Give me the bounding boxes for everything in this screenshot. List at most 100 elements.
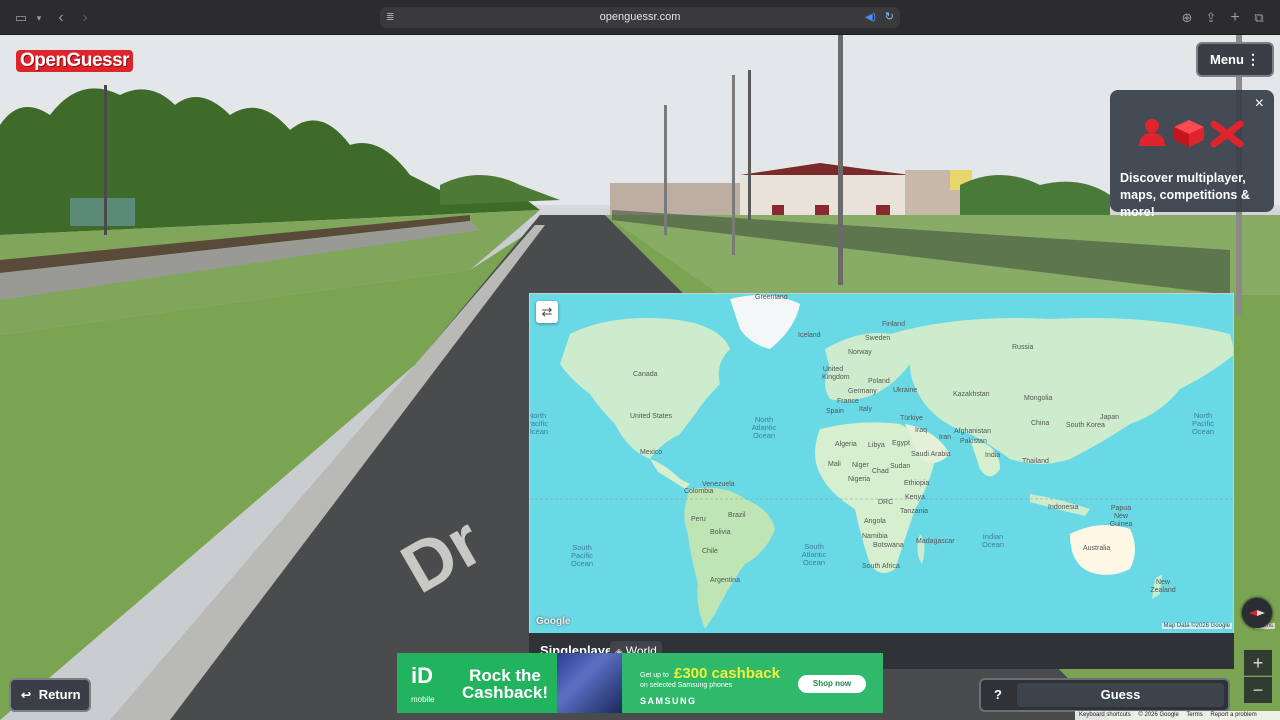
map-label-madagascar: Madagascar <box>916 538 955 545</box>
multiplayer-icon <box>1139 119 1165 146</box>
map-label-china: China <box>1031 420 1050 427</box>
map-label-north-pacific-right: North Pacific Ocean <box>1191 411 1215 436</box>
map-label-brazil: Brazil <box>728 512 746 519</box>
map-label-papua-new-guinea: Papua New Guinea <box>1109 505 1133 528</box>
map-label-new-zealand: New Zealand <box>1150 579 1176 594</box>
reload-icon[interactable]: ↻ <box>885 7 894 28</box>
map-label-canada: Canada <box>633 371 658 378</box>
map-label-drc: DRC <box>878 499 894 506</box>
zoom-out-button[interactable]: − <box>1244 677 1272 703</box>
zoom-in-button[interactable]: + <box>1244 650 1272 676</box>
menu-button[interactable]: Menu ⋮ <box>1196 42 1274 77</box>
back-icon[interactable]: ‹ <box>52 9 70 27</box>
guess-bar: ? Guess <box>979 678 1230 712</box>
map-cube-icon <box>1174 120 1204 147</box>
new-tab-icon[interactable]: + <box>1226 9 1244 27</box>
world-map[interactable] <box>530 294 1234 634</box>
map-label-pakistan: Pakistan <box>960 438 987 445</box>
map-label-iran: Iran <box>939 434 952 441</box>
map-label-japan: Japan <box>1100 414 1120 421</box>
map-label-south-korea: South Korea <box>1066 422 1105 429</box>
map-label-russia: Russia <box>1012 344 1034 351</box>
promo-text: Discover multiplayer, maps, competitions… <box>1120 171 1250 219</box>
ad-banner[interactable]: iD mobile Rock the Cashback! Get up to £… <box>397 653 883 713</box>
ad-logo: iD <box>411 663 433 688</box>
map-label-nigeria: Nigeria <box>848 476 871 483</box>
map-label-peru: Peru <box>691 516 706 523</box>
keyboard-shortcuts-link[interactable]: Keyboard shortcuts <box>1079 712 1131 718</box>
map-label-thailand: Thailand <box>1022 458 1049 465</box>
map-label-united-kingdom: United Kingdom <box>822 366 850 381</box>
map-label-ethiopia: Ethiopia <box>904 480 930 487</box>
map-label-spain: Spain <box>826 408 844 415</box>
street-view-panorama[interactable]: Dr OpenGuessr Menu ⋮ × Discover multipla… <box>0 35 1280 720</box>
guess-button[interactable]: Guess <box>1017 683 1224 707</box>
map-label-south-atlantic: South Atlantic Ocean <box>801 542 827 567</box>
share-icon[interactable]: ⇪ <box>1202 9 1220 27</box>
map-label-niger: Niger <box>852 462 869 469</box>
sidebar-icon[interactable]: ▭ <box>12 9 30 27</box>
map-label-france: France <box>837 398 859 405</box>
ad-shop-now-button[interactable]: Shop now <box>798 675 866 693</box>
map-label-mali: Mali <box>828 461 841 468</box>
map-label-namibia: Namibia <box>862 533 888 540</box>
map-label-mexico: Mexico <box>640 449 663 456</box>
app-logo[interactable]: OpenGuessr <box>16 50 134 72</box>
map-label-mongolia: Mongolia <box>1024 395 1053 402</box>
map-label-chile: Chile <box>702 548 718 555</box>
close-icon[interactable]: × <box>1255 96 1264 112</box>
map-label-turkiye: Türkiye <box>900 415 923 422</box>
map-label-egypt: Egypt <box>892 440 910 447</box>
map-label-italy: Italy <box>859 406 872 413</box>
promo-card[interactable]: × Discover multiplayer, maps, competitio… <box>1110 90 1274 219</box>
google-logo: Google <box>536 616 571 627</box>
map-label-indonesia: Indonesia <box>1048 504 1079 511</box>
map-label-chad: Chad <box>872 468 889 475</box>
ad-headline: Rock the Cashback! <box>462 666 548 702</box>
chevron-down-icon[interactable]: ▾ <box>30 9 48 27</box>
return-button[interactable]: ↩ Return <box>9 678 91 712</box>
promo-icons <box>1139 119 1244 148</box>
street-view-credits: Keyboard shortcuts © 2026 Google Terms R… <box>1075 711 1280 720</box>
map-label-germany: Germany <box>848 388 877 395</box>
tabs-overview-icon[interactable]: ⧉ <box>1250 9 1268 27</box>
ad-brand: SAMSUNG <box>640 696 697 706</box>
map-attribution: Map Data ©2026 Google <box>1161 623 1232 629</box>
guess-map[interactable]: Greenland Canada United States Mexico Ve… <box>529 293 1234 669</box>
map-label-botswana: Botswana <box>873 542 904 549</box>
map-settings-icon[interactable]: ⇄ <box>536 301 558 323</box>
map-label-iceland: Iceland <box>798 332 821 339</box>
ad-logo-sub: mobile <box>411 695 435 704</box>
more-vertical-icon: ⋮ <box>1246 51 1260 67</box>
audio-icon[interactable]: ◀) <box>865 7 876 28</box>
menu-label: Menu <box>1210 52 1244 67</box>
ad-get-up-to: Get up to <box>640 672 669 679</box>
return-label: Return <box>38 687 81 702</box>
reader-icon[interactable]: ≣ <box>386 7 394 28</box>
map-label-south-africa: South Africa <box>862 563 900 570</box>
map-label-iraq: Iraq <box>915 427 928 434</box>
map-label-bolivia: Bolivia <box>710 529 731 536</box>
ad-phone-image <box>557 653 622 713</box>
help-button[interactable]: ? <box>987 684 1009 706</box>
map-label-norway: Norway <box>848 349 872 356</box>
map-label-ukraine: Ukraine <box>893 387 918 394</box>
map-label-indian-ocean: Indian Ocean <box>981 532 1005 549</box>
terms-link[interactable]: Terms <box>1186 712 1202 718</box>
map-label-saudi-arabia: Saudi Arabia <box>911 451 951 458</box>
map-label-argentina: Argentina <box>710 577 740 584</box>
map-label-south-pacific: South Pacific Ocean <box>570 543 594 568</box>
report-problem-link[interactable]: Report a problem <box>1210 712 1256 718</box>
browser-toolbar: ▭ ▾ ‹ › ≣ openguessr.com ◀) ↻ ⊕ ⇪ + ⧉ <box>0 0 1280 35</box>
map-label-poland: Poland <box>868 378 890 385</box>
forward-icon[interactable]: › <box>76 9 94 27</box>
map-label-sweden: Sweden <box>865 335 891 342</box>
download-icon[interactable]: ⊕ <box>1178 9 1196 27</box>
address-bar[interactable]: ≣ openguessr.com ◀) ↻ <box>380 7 900 28</box>
map-label-north-pacific-left: North Pacific Ocean <box>529 411 549 436</box>
compass-icon[interactable] <box>1242 598 1272 628</box>
copyright-text: © 2026 Google <box>1138 712 1179 718</box>
ad-subline: on selected Samsung phones <box>640 682 733 689</box>
map-label-angola: Angola <box>864 518 886 525</box>
map-label-india: India <box>985 452 1001 459</box>
